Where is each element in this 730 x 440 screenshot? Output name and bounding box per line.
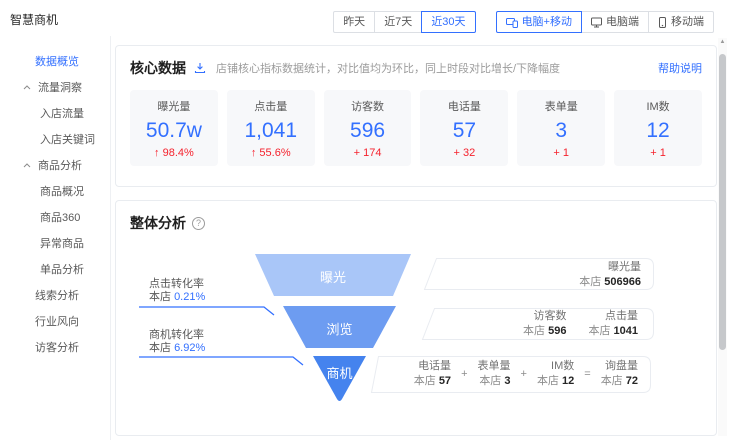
equals-operator: =	[584, 368, 591, 380]
stat-forms: 表单量 本店 3	[477, 360, 511, 387]
scrollbar-track[interactable]: ▲	[718, 38, 727, 436]
metric-tiles: 曝光量 50.7w ↑ 98.4% 点击量 1,041 ↑ 55.6% 访客数 …	[130, 90, 702, 166]
core-data-card: 核心数据 店铺核心指标数据统计，对比值均为环比，同上时段对比增长/下降幅度 帮助…	[115, 45, 717, 187]
funnel-label-browse: 浏览	[326, 322, 353, 337]
filter-last7days[interactable]: 近7天	[374, 11, 423, 33]
download-icon[interactable]	[194, 62, 206, 74]
sidebar-item-traffic-insight[interactable]: 流量洞察	[0, 74, 110, 100]
help-circle-icon[interactable]: ?	[192, 216, 205, 230]
filter-pc[interactable]: 电脑端	[581, 11, 649, 33]
overall-analysis-header: 整体分析 ?	[130, 213, 702, 233]
stat-im: IM数 本店 12	[536, 360, 575, 387]
help-link[interactable]: 帮助说明	[658, 60, 702, 76]
core-data-description: 店铺核心指标数据统计，对比值均为环比，同上时段对比增长/下降幅度	[216, 63, 561, 75]
funnel-label-opportunity: 商机	[326, 366, 353, 381]
topbar: 智慧商机 昨天 近7天 近30天 电脑+移动 电脑端 移动端	[0, 0, 730, 36]
date-filter-group: 昨天 近7天 近30天	[333, 11, 476, 33]
filter-mobile[interactable]: 移动端	[648, 11, 714, 33]
sidebar: 数据概览 流量洞察 入店流量 入店关键词 商品分析 商品概况 商品360 异常商…	[0, 36, 111, 440]
metric-forms: 表单量 3 + 1	[517, 90, 606, 166]
app-title: 智慧商机	[10, 12, 59, 27]
sidebar-item-visitor-analysis[interactable]: 访客分析	[0, 334, 110, 360]
main-content: 核心数据 店铺核心指标数据统计，对比值均为环比，同上时段对比增长/下降幅度 帮助…	[111, 36, 730, 440]
metric-exposure: 曝光量 50.7w ↑ 98.4%	[130, 90, 218, 166]
plus-operator: +	[461, 368, 468, 380]
leader-line-click-rate	[139, 306, 275, 316]
sidebar-item-industry-trends[interactable]: 行业风向	[0, 308, 110, 334]
topbar-controls: 昨天 近7天 近30天 电脑+移动 电脑端 移动端	[333, 11, 714, 33]
core-data-header: 核心数据 店铺核心指标数据统计，对比值均为环比，同上时段对比增长/下降幅度 帮助…	[130, 58, 702, 78]
sidebar-item-store-traffic[interactable]: 入店流量	[0, 100, 110, 126]
metric-change-up: ↑ 55.6%	[250, 146, 291, 159]
scrollbar-up-arrow[interactable]: ▲	[718, 39, 727, 45]
sidebar-item-product-360[interactable]: 商品360	[0, 204, 110, 230]
metric-change-up: ↑ 98.4%	[154, 146, 194, 159]
stat-phone: 电话量 本店 57	[413, 360, 452, 387]
funnel-label-exposure: 曝光	[319, 270, 346, 285]
sidebar-item-product-analysis[interactable]: 商品分析	[0, 152, 110, 178]
scrollbar-thumb[interactable]	[719, 54, 726, 350]
sidebar-item-leads-analysis[interactable]: 线索分析	[0, 282, 110, 308]
filter-yesterday[interactable]: 昨天	[333, 11, 376, 33]
plus-operator: +	[520, 368, 527, 380]
stat-visitors: 访客数 本店 596	[523, 310, 567, 337]
sidebar-item-abnormal-products[interactable]: 异常商品	[0, 230, 110, 256]
overall-analysis-title: 整体分析	[130, 215, 186, 231]
phone-icon	[658, 16, 667, 28]
metric-visitors: 访客数 596 + 174	[323, 90, 412, 166]
leader-line-opportunity-rate	[139, 356, 304, 366]
chevron-up-icon	[23, 162, 31, 168]
core-data-title: 核心数据	[130, 60, 186, 76]
metric-clicks: 点击量 1,041 ↑ 55.6%	[226, 90, 315, 166]
overall-analysis-card: 整体分析 ? 曝光 浏览 商机 点击转化率 本店 0.21% 商机转化率 本店 …	[115, 200, 717, 436]
stat-box-exposure: 曝光量 本店 506966	[579, 261, 641, 288]
sidebar-item-single-product[interactable]: 单品分析	[0, 256, 110, 282]
stat-inquiries-total: 询盘量 本店 72	[600, 360, 638, 387]
annotation-click-rate: 点击转化率 本店 0.21%	[149, 278, 206, 303]
filter-last30days[interactable]: 近30天	[421, 11, 476, 33]
sidebar-item-store-keywords[interactable]: 入店关键词	[0, 126, 110, 152]
sidebar-item-product-overview[interactable]: 商品概况	[0, 178, 110, 204]
funnel-chart: 曝光 浏览 商机 点击转化率 本店 0.21% 商机转化率 本店 6.92% 曝…	[130, 239, 702, 417]
annotation-opportunity-rate: 商机转化率 本店 6.92%	[149, 329, 206, 354]
stat-box-leads: 电话量 本店 57 + 表单量 本店 3 + IM数 本店 12 = 询盘量 本…	[378, 359, 638, 389]
filter-pc-and-mobile[interactable]: 电脑+移动	[495, 11, 582, 33]
stat-clicks: 点击量 本店 1041	[588, 310, 638, 337]
metric-phone-calls: 电话量 57 + 32	[420, 90, 509, 166]
monitor-icon	[591, 17, 602, 28]
sidebar-item-data-overview[interactable]: 数据概览	[0, 48, 110, 74]
stat-box-visit: 访客数 本店 596 点击量 本店 1041	[430, 309, 638, 339]
page-body: 数据概览 流量洞察 入店流量 入店关键词 商品分析 商品概况 商品360 异常商…	[0, 36, 730, 440]
metric-im: IM数 12 + 1	[614, 90, 702, 166]
device-filter-group: 电脑+移动 电脑端 移动端	[495, 11, 714, 33]
chevron-up-icon	[23, 84, 31, 90]
pc-mobile-icon	[505, 17, 518, 28]
